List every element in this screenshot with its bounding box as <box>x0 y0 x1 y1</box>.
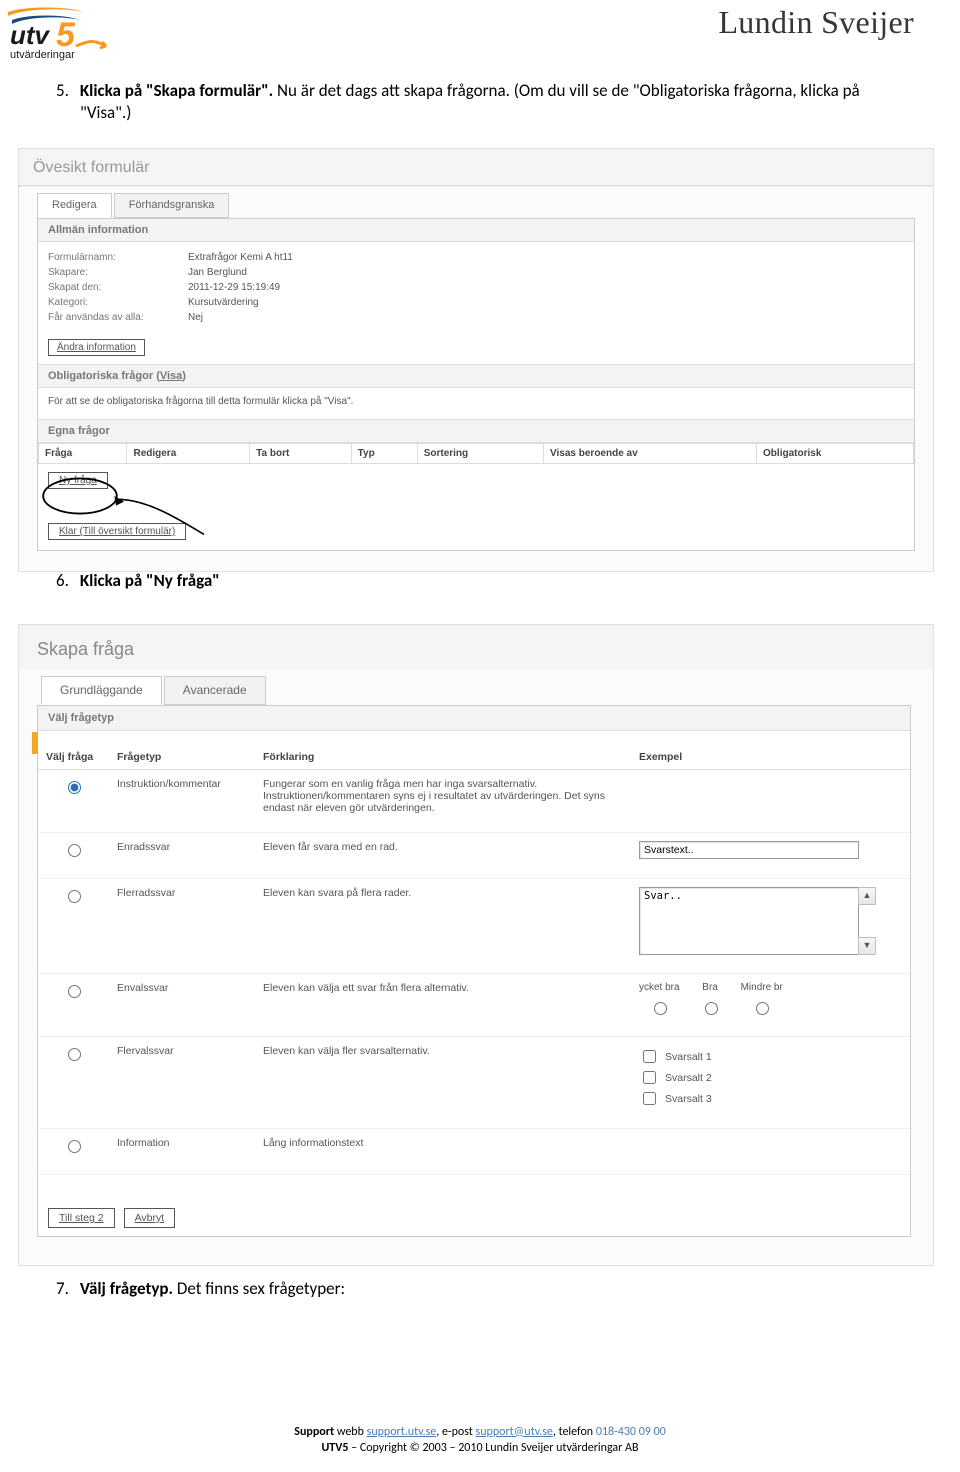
tab-forhandsgranska[interactable]: Förhandsgranska <box>114 193 230 218</box>
step-7-text: 7. Välj frågetyp. Det finns sex frågetyp… <box>80 1278 890 1300</box>
qtype-label: Instruktion/kommentar <box>109 770 255 833</box>
section-allman-info: Allmän information <box>38 219 914 242</box>
svg-text:utv: utv <box>10 20 51 50</box>
cancel-button[interactable]: Avbryt <box>124 1208 176 1228</box>
step-5-text: 5. Klicka på "Skapa formulär". Nu är det… <box>80 80 890 124</box>
qtype-label: Flerradssvar <box>109 879 255 974</box>
col-tabort: Ta bort <box>250 444 351 464</box>
radio-instruktion[interactable] <box>68 781 81 794</box>
example-checkbox[interactable] <box>643 1050 656 1063</box>
radio-flerradssvar[interactable] <box>68 890 81 903</box>
example-single-choice: ycket bra Bra Mindre br <box>639 982 849 1018</box>
support-email-link[interactable]: support@utv.se <box>476 1425 553 1439</box>
col-obligatorisk: Obligatorisk <box>757 444 914 464</box>
screenshot-create-question: Skapa fråga Grundläggande Avancerade Väl… <box>18 624 934 1266</box>
col-exempel: Exempel <box>631 745 910 770</box>
done-button[interactable]: Klar (Till översikt formulär) <box>48 523 186 540</box>
info-grid: Formulärnamn:Extrafrågor Kemi A ht11 Ska… <box>38 242 914 335</box>
col-forklaring: Förklaring <box>255 745 631 770</box>
question-type-table: Välj fråga Frågetyp Förklaring Exempel I… <box>38 745 910 1175</box>
overview-title: Övesikt formulär <box>19 149 933 185</box>
checkbox-label: Svarsalt 1 <box>665 1051 712 1063</box>
example-radio[interactable] <box>654 1002 667 1015</box>
example-checkbox[interactable] <box>643 1071 656 1084</box>
col-visas: Visas beroende av <box>544 444 757 464</box>
tab-grundlaggande[interactable]: Grundläggande <box>41 676 162 705</box>
qtype-label: Enradssvar <box>109 833 255 879</box>
info-value: Nej <box>188 310 203 325</box>
scroll-up-icon[interactable]: ▲ <box>858 887 876 905</box>
qtype-desc: Eleven kan välja fler svarsalternativ. <box>255 1037 631 1129</box>
qtype-label: Envalssvar <box>109 974 255 1037</box>
radio-envalssvar[interactable] <box>68 985 81 998</box>
tabs-row: Redigera Förhandsgranska <box>19 187 933 218</box>
info-label: Får användas av alla: <box>48 310 188 325</box>
option-label: Mindre br <box>741 982 783 993</box>
example-radio[interactable] <box>756 1002 769 1015</box>
info-label: Skapare: <box>48 265 188 280</box>
qtype-label: Flervalssvar <box>109 1037 255 1129</box>
section-egna-fragor: Egna frågor <box>38 419 914 443</box>
page-footer: Support webb support.utv.se, e-post supp… <box>0 1424 960 1456</box>
radio-enradssvar[interactable] <box>68 844 81 857</box>
support-web-link[interactable]: support.utv.se <box>367 1425 437 1439</box>
qtype-desc: Fungerar som en vanlig fråga men har ing… <box>255 770 631 833</box>
info-label: Formulärnamn: <box>48 250 188 265</box>
info-value: Kursutvärdering <box>188 295 259 310</box>
support-phone: 018-430 09 00 <box>596 1425 666 1439</box>
info-label: Kategori: <box>48 295 188 310</box>
info-value: Jan Berglund <box>188 265 247 280</box>
create-question-title: Skapa fråga <box>19 625 933 670</box>
example-textarea[interactable]: Svar.. <box>639 887 859 955</box>
info-label: Skapat den: <box>48 280 188 295</box>
obligatoriska-text: För att se de obligatoriska frågorna til… <box>38 388 914 419</box>
info-value: Extrafrågor Kemi A ht11 <box>188 250 293 265</box>
option-label: Bra <box>702 982 718 993</box>
radio-flervalssvar[interactable] <box>68 1048 81 1061</box>
col-sortering: Sortering <box>417 444 543 464</box>
qtype-desc: Lång informationstext <box>255 1129 631 1175</box>
example-radio[interactable] <box>705 1002 718 1015</box>
qtype-label: Information <box>109 1129 255 1175</box>
section-valj-fragetyp: Välj frågetyp <box>38 706 910 731</box>
qtype-desc: Eleven kan välja ett svar från flera alt… <box>255 974 631 1037</box>
example-multi-choice: Svarsalt 1 Svarsalt 2 Svarsalt 3 <box>639 1047 789 1108</box>
radio-information[interactable] <box>68 1140 81 1153</box>
brand-title: Lundin Sveijer <box>718 4 914 41</box>
new-question-button[interactable]: Ny fråga <box>48 472 108 489</box>
example-text-input[interactable] <box>639 841 859 859</box>
col-typ: Typ <box>351 444 417 464</box>
orange-marker-icon <box>32 732 38 754</box>
own-questions-table: Fråga Redigera Ta bort Typ Sortering Vis… <box>38 443 914 464</box>
section-obligatoriska: Obligatoriska frågor (Visa) <box>38 364 914 388</box>
qtype-desc: Eleven får svara med en rad. <box>255 833 631 879</box>
tab-avancerade[interactable]: Avancerade <box>164 676 266 705</box>
svg-text:utvärderingar: utvärderingar <box>10 49 75 61</box>
checkbox-label: Svarsalt 3 <box>665 1093 712 1105</box>
qtype-desc: Eleven kan svara på flera rader. <box>255 879 631 974</box>
step-6-text: 6. Klicka på "Ny fråga" <box>80 570 890 592</box>
checkbox-label: Svarsalt 2 <box>665 1072 712 1084</box>
info-value: 2011-12-29 15:19:49 <box>188 280 280 295</box>
col-valj-fraga: Välj fråga <box>38 745 109 770</box>
tab-redigera[interactable]: Redigera <box>37 193 112 218</box>
col-fragetyp: Frågetyp <box>109 745 255 770</box>
option-label: ycket bra <box>639 982 680 993</box>
col-redigera: Redigera <box>127 444 250 464</box>
change-info-button[interactable]: Ändra information <box>48 339 145 356</box>
example-checkbox[interactable] <box>643 1092 656 1105</box>
visa-link[interactable]: Visa <box>160 370 182 382</box>
utv5-logo: utv 5 utvärderingar <box>6 6 146 64</box>
col-fraga: Fråga <box>39 444 127 464</box>
scroll-down-icon[interactable]: ▼ <box>858 937 876 955</box>
screenshot-overview-form: Övesikt formulär Redigera Förhandsgransk… <box>18 148 934 572</box>
to-step-2-button[interactable]: Till steg 2 <box>48 1208 115 1228</box>
